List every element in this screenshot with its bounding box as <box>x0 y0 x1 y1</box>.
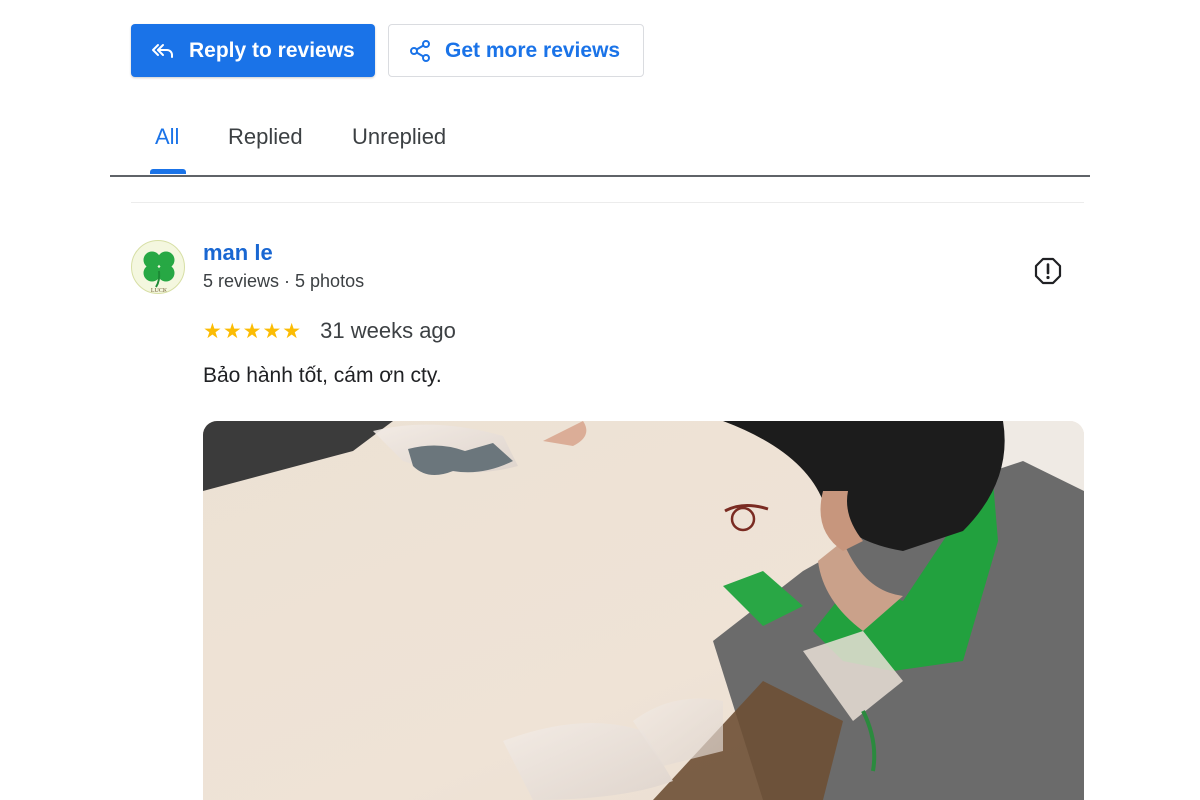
four-leaf-clover-icon: LUCK <box>143 251 175 294</box>
review-photo[interactable] <box>203 421 1084 800</box>
tab-replied[interactable]: Replied <box>228 124 303 150</box>
share-icon <box>408 39 432 63</box>
get-more-reviews-button[interactable]: Get more reviews <box>388 24 644 77</box>
tab-unreplied[interactable]: Unreplied <box>352 124 446 150</box>
review-actions: Reply to reviews Get more reviews <box>131 24 644 77</box>
active-tab-indicator <box>150 169 186 174</box>
get-more-reviews-label: Get more reviews <box>445 38 621 62</box>
avatar-logo-text: LUCK <box>151 288 168 294</box>
divider <box>131 202 1084 203</box>
reviewer-meta: 5 reviews · 5 photos <box>203 271 365 291</box>
tab-all[interactable]: All <box>155 124 179 150</box>
review-time: 31 weeks ago <box>320 318 456 343</box>
report-flag-icon[interactable] <box>1033 256 1063 286</box>
reply-to-reviews-button[interactable]: Reply to reviews <box>131 24 375 77</box>
reply-to-reviews-label: Reply to reviews <box>189 38 355 62</box>
review-text: Bảo hành tốt, cám ơn cty. <box>203 364 442 387</box>
review-filter-tabs: All Replied Unreplied <box>110 110 1090 177</box>
star-rating: ★★★★★ <box>203 319 303 343</box>
rating-row: ★★★★★ 31 weeks ago <box>203 318 456 344</box>
reply-all-icon <box>151 39 175 63</box>
avatar[interactable]: LUCK <box>131 240 185 294</box>
reviewer-name[interactable]: man le <box>203 240 273 266</box>
